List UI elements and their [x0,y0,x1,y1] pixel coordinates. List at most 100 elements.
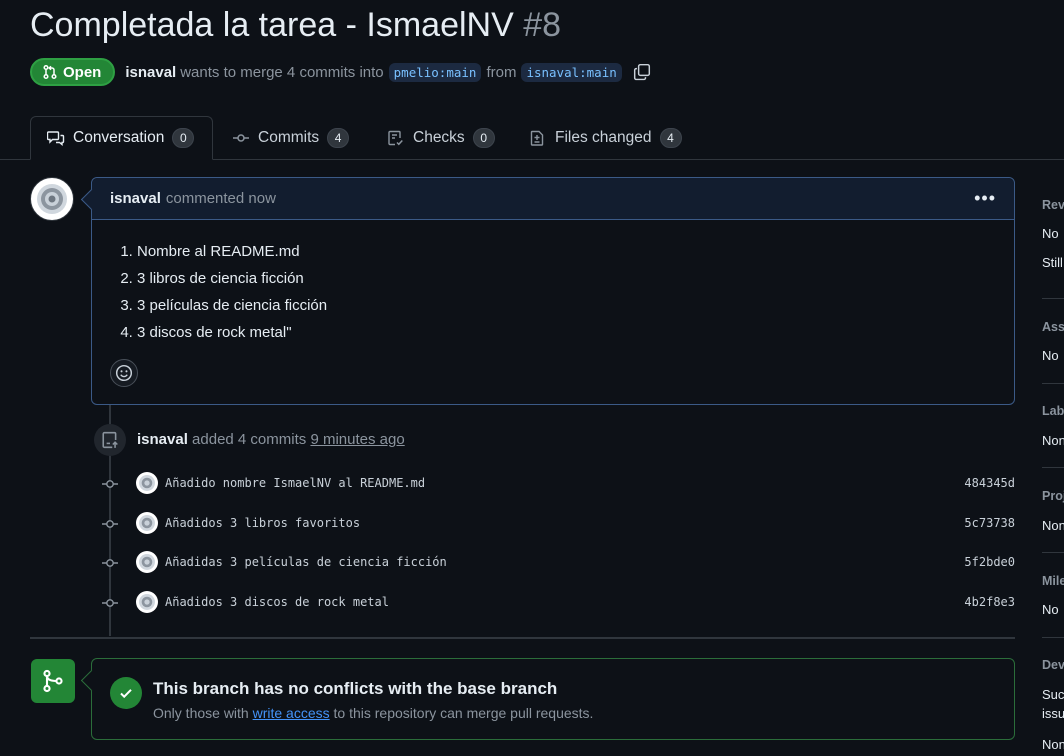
avatar-image-icon [37,184,67,214]
commit-sha[interactable]: 5f2bde0 [964,555,1015,569]
write-access-link[interactable]: write access [253,705,330,721]
repo-push-icon [94,424,126,456]
avatar[interactable] [30,177,74,221]
tab-count: 4 [327,128,350,148]
sidebar: Rev No Still Assi No Lab Non Proj Non Mi… [1042,0,1064,756]
merge-pointer [80,669,103,692]
file-diff-icon [530,130,544,146]
pr-meta: Open isnaval wants to merge 4 commits in… [30,56,651,88]
merge-sub-prefix: Only those with [153,705,249,721]
commit-row: Añadidas 3 películas de ciencia ficción … [0,551,1064,575]
sidebar-milestone-heading[interactable]: Mile [1042,574,1064,588]
merge-sub-suffix: to this repository can merge pull reques… [333,705,594,721]
sidebar-projects-heading[interactable]: Proj [1042,489,1064,503]
tab-conversation[interactable]: Conversation 0 [30,116,213,160]
sidebar-development-heading[interactable]: Dev [1042,658,1064,672]
pr-title: Completada la tarea - IsmaelNV #8 [30,6,561,45]
git-commit-icon [102,520,118,528]
pr-number: #8 [523,6,562,44]
sidebar-projects-value: Non [1042,518,1064,533]
list-item: 3 libros de ciencia ficción [137,265,1014,292]
head-branch[interactable]: isnaval:main [521,62,622,82]
merge-status-box: This branch has no conflicts with the ba… [80,658,1015,740]
git-pull-request-icon [43,64,57,80]
commit-row: Añadidos 3 discos de rock metal 4b2f8e3 [0,591,1064,615]
git-commit-icon [102,599,118,607]
sidebar-reviewers-value: No [1042,226,1059,241]
pr-tabs: Conversation 0 Commits 4 Checks 0 Files … [0,116,1064,160]
base-branch[interactable]: pmelio:main [388,62,482,82]
sidebar-divider [1042,637,1064,638]
tab-label: Commits [258,129,320,146]
commit-message[interactable]: Añadidas 3 películas de ciencia ficción [165,555,447,569]
comment-discussion-icon [47,131,65,146]
avatar[interactable] [136,512,158,534]
event-time[interactable]: 9 minutes ago [310,431,404,448]
git-merge-icon [31,659,75,703]
pr-title-text: Completada la tarea - IsmaelNV [30,6,514,44]
timeline-end-divider [30,637,1015,639]
comment-action: commented now [165,190,276,207]
merge-status-subtitle: Only those with write access to this rep… [153,705,593,721]
merge-text: wants to merge 4 commits into [180,63,384,81]
git-commit-icon [102,480,118,488]
event-author[interactable]: isnaval [137,431,188,448]
tab-label: Conversation [73,129,165,146]
avatar[interactable] [136,591,158,613]
checklist-icon [388,130,403,146]
sidebar-assignees-value: No [1042,348,1059,363]
check-circle-icon [110,677,142,709]
sidebar-milestone-value: No [1042,602,1059,617]
from-text: from [486,63,517,81]
list-item: 3 discos de rock metal" [137,319,1014,346]
git-commit-icon [233,134,249,142]
tab-label: Files changed [555,129,652,146]
event-action: added 4 commits [192,431,307,448]
commits-event: isnaval added 4 commits 9 minutes ago [137,431,405,448]
tab-files-changed[interactable]: Files changed 4 [529,116,682,160]
commit-message[interactable]: Añadidos 3 discos de rock metal [165,595,389,609]
comment-header: isnaval commented now ••• [92,178,1014,220]
sidebar-divider [1042,467,1064,468]
sidebar-reviewers-note: Still [1042,255,1063,270]
git-commit-icon [102,559,118,567]
commit-row: Añadidos 3 libros favoritos 5c73738 [0,512,1064,536]
avatar[interactable] [136,472,158,494]
commit-row: Añadido nombre IsmaelNV al README.md 484… [0,472,1064,496]
commit-message[interactable]: Añadidos 3 libros favoritos [165,516,360,530]
commit-sha[interactable]: 5c73738 [964,516,1015,530]
tab-label: Checks [413,129,465,146]
sidebar-labels-value: Non [1042,433,1064,448]
avatar[interactable] [136,551,158,573]
sidebar-reviewers-heading[interactable]: Rev [1042,198,1064,212]
commit-message[interactable]: Añadido nombre IsmaelNV al README.md [165,476,425,490]
commit-sha[interactable]: 4b2f8e3 [964,595,1015,609]
add-reaction-button[interactable] [110,359,138,387]
tab-checks[interactable]: Checks 0 [387,116,495,160]
merge-status-title: This branch has no conflicts with the ba… [153,679,558,698]
pr-author-link[interactable]: isnaval [125,64,176,81]
status-label: Open [63,63,102,81]
sidebar-development-text: Suc [1042,687,1064,702]
comment-box: isnaval commented now ••• Nombre al READ… [80,177,1015,405]
smiley-icon [115,364,133,382]
sidebar-development-value: Non [1042,737,1064,752]
kebab-menu-icon[interactable]: ••• [974,188,996,209]
sidebar-development-text-2: issu [1042,706,1064,721]
sidebar-divider [1042,298,1064,299]
tab-count: 0 [472,128,495,148]
tab-count: 0 [172,128,195,148]
tab-commits[interactable]: Commits 4 [232,116,350,160]
sidebar-assignees-heading[interactable]: Assi [1042,320,1064,334]
comment-author[interactable]: isnaval [110,190,161,207]
list-item: Nombre al README.md [137,238,1014,265]
tab-count: 4 [659,128,682,148]
sidebar-labels-heading[interactable]: Lab [1042,404,1064,418]
commit-sha[interactable]: 484345d [964,476,1015,490]
sidebar-divider [1042,552,1064,553]
list-item: 3 películas de ciencia ficción [137,292,1014,319]
status-badge: Open [30,58,116,86]
copy-icon[interactable] [633,63,651,81]
comment-list: Nombre al README.md 3 libros de ciencia … [92,220,1014,346]
sidebar-divider [1042,383,1064,384]
